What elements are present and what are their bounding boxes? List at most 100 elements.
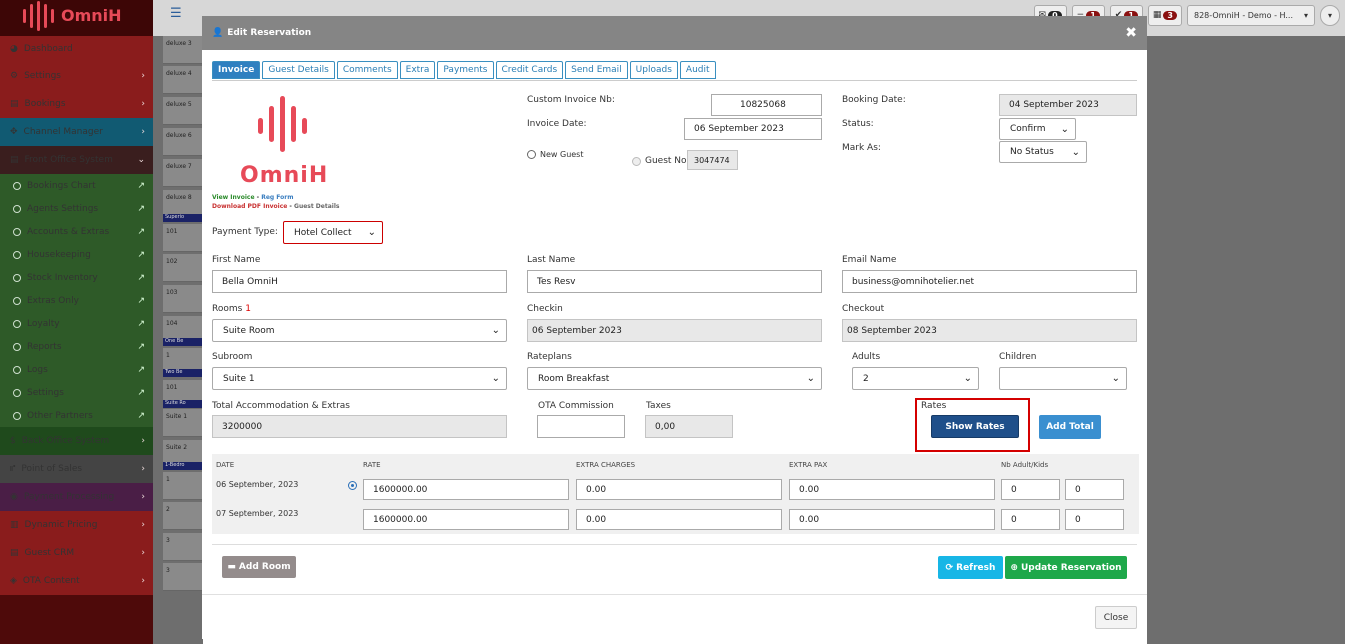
tab-credit-cards[interactable]: Credit Cards bbox=[495, 61, 564, 79]
payment-type-select[interactable]: Hotel Collect ⌄ bbox=[283, 221, 383, 244]
taxes-label: Taxes bbox=[646, 401, 671, 411]
logo-mark bbox=[44, 4, 47, 28]
sidebar-item-point-of-sales[interactable]: ⑈ Point of Sales › bbox=[0, 455, 153, 483]
tab-comments[interactable]: Comments bbox=[336, 61, 398, 79]
sidebar-item-housekeeping[interactable]: Housekeeping ↗ bbox=[0, 243, 153, 266]
mark-as-select[interactable]: No Status ⌄ bbox=[999, 141, 1087, 163]
view-invoice-link[interactable]: View Invoice bbox=[212, 194, 255, 201]
sidebar-item-accounts-extras[interactable]: Accounts & Extras ↗ bbox=[0, 220, 153, 243]
extra-pax-input[interactable]: 0.00 bbox=[789, 509, 995, 530]
user-menu-button[interactable]: ▾ bbox=[1320, 4, 1340, 26]
tab-uploads[interactable]: Uploads bbox=[629, 61, 678, 79]
adults-input[interactable]: 0 bbox=[1001, 479, 1060, 500]
extra-charges-input[interactable]: 0.00 bbox=[576, 509, 782, 530]
sidebar-item-stock-inventory[interactable]: Stock Inventory ↗ bbox=[0, 266, 153, 289]
sidebar-item-bookings-chart[interactable]: Bookings Chart ↗ bbox=[0, 174, 153, 197]
rooms-select[interactable]: Suite Room ⌄ bbox=[212, 319, 507, 342]
children-select[interactable]: ⌄ bbox=[999, 367, 1127, 390]
sidebar-item-label: Bookings bbox=[24, 99, 66, 109]
external-link-icon: ↗ bbox=[137, 387, 145, 398]
sidebar-item-extras-only[interactable]: Extras Only ↗ bbox=[0, 289, 153, 312]
sidebar-item-label: Settings bbox=[24, 71, 61, 81]
external-link-icon: ↗ bbox=[137, 364, 145, 375]
sidebar-item-loyalty[interactable]: Loyalty ↗ bbox=[0, 312, 153, 335]
sidebar-item-logs[interactable]: Logs ↗ bbox=[0, 358, 153, 381]
tab-payments[interactable]: Payments bbox=[437, 61, 494, 79]
first-name-label: First Name bbox=[212, 255, 261, 265]
user-icon: 👤 bbox=[212, 28, 224, 38]
sidebar-item-dashboard[interactable]: ◕ Dashboard bbox=[0, 36, 153, 62]
col-header-adult-kids: Nb Adult/Kids bbox=[1001, 461, 1049, 469]
status-select[interactable]: Confirm ⌄ bbox=[999, 118, 1076, 140]
custom-invoice-input[interactable]: 10825068 bbox=[711, 94, 822, 116]
sidebar-item-payment-processing[interactable]: ◉ Payment Processing › bbox=[0, 483, 153, 511]
ota-commission-input[interactable] bbox=[537, 415, 625, 438]
kids-input[interactable]: 0 bbox=[1065, 479, 1124, 500]
row-select-radio[interactable] bbox=[348, 481, 357, 490]
ota-icon: ◈ bbox=[10, 576, 17, 586]
sidebar-item-settings[interactable]: Settings ↗ bbox=[0, 381, 153, 404]
sidebar-item-channel-manager[interactable]: ✥ Channel Manager › bbox=[0, 118, 153, 146]
dashboard-icon: ◕ bbox=[10, 44, 18, 54]
kids-input[interactable]: 0 bbox=[1065, 509, 1124, 530]
payment-icon: ◉ bbox=[10, 492, 18, 502]
invoice-date-input[interactable]: 06 September 2023 bbox=[684, 118, 822, 140]
sidebar-logo-text: OmniH bbox=[61, 6, 122, 25]
show-rates-button[interactable]: Show Rates bbox=[931, 415, 1019, 438]
chart-room-row: deluxe 4 bbox=[163, 66, 203, 94]
add-room-button[interactable]: ▬ Add Room bbox=[222, 556, 296, 578]
mark-as-select-value: No Status bbox=[1010, 147, 1054, 157]
sidebar-item-dynamic-pricing[interactable]: ▥ Dynamic Pricing › bbox=[0, 511, 153, 539]
calendar-icon: ▦ bbox=[1152, 10, 1162, 20]
close-icon[interactable]: ✖ bbox=[1125, 25, 1137, 41]
tab-invoice[interactable]: Invoice bbox=[212, 61, 261, 79]
extra-charges-input[interactable]: 0.00 bbox=[576, 479, 782, 500]
adults-input[interactable]: 0 bbox=[1001, 509, 1060, 530]
last-name-input[interactable]: Tes Resv bbox=[527, 270, 822, 293]
tab-guest-details[interactable]: Guest Details bbox=[262, 61, 335, 79]
guest-details-link[interactable]: Guest Details bbox=[294, 203, 339, 210]
sidebar-item-ota-content[interactable]: ◈ OTA Content › bbox=[0, 567, 153, 595]
sidebar-item-front-office-system[interactable]: ▤ Front Office System ⌄ bbox=[0, 146, 153, 174]
sidebar-item-wrap: Settings bbox=[13, 388, 64, 398]
tab-extra[interactable]: Extra bbox=[399, 61, 436, 79]
sidebar-item-agents-settings[interactable]: Agents Settings ↗ bbox=[0, 197, 153, 220]
sidebar-item-bookings[interactable]: ▤ Bookings › bbox=[0, 90, 153, 118]
rateplans-select[interactable]: Room Breakfast ⌄ bbox=[527, 367, 822, 390]
email-label: Email Name bbox=[842, 255, 897, 265]
sidebar-item-settings[interactable]: ⚙ Settings › bbox=[0, 62, 153, 90]
download-pdf-link[interactable]: Download PDF Invoice bbox=[212, 203, 287, 210]
new-guest-radio[interactable]: New Guest bbox=[527, 150, 584, 159]
rate-input[interactable]: 1600000.00 bbox=[363, 479, 569, 500]
calendar-button[interactable]: ▦ 3 bbox=[1147, 4, 1182, 26]
tab-audit[interactable]: Audit bbox=[679, 61, 716, 79]
reg-form-link[interactable]: Reg Form bbox=[261, 194, 293, 201]
rooms-label-text: Rooms bbox=[212, 304, 243, 314]
sidebar-item-back-office-system[interactable]: $ Back Office System › bbox=[0, 427, 153, 455]
rooms-label: Rooms 1 bbox=[212, 304, 251, 314]
tab-send-email[interactable]: Send Email bbox=[565, 61, 628, 79]
chevron-down-icon: ⌄ bbox=[137, 155, 145, 165]
property-select[interactable]: 828-OmniH - Demo - H... ▾ bbox=[1187, 4, 1315, 26]
subroom-select[interactable]: Suite 1 ⌄ bbox=[212, 367, 507, 390]
email-input[interactable]: business@omnihotelier.net bbox=[842, 270, 1137, 293]
update-reservation-button[interactable]: ⊕ Update Reservation bbox=[1005, 556, 1127, 579]
sidebar-item-guest-crm[interactable]: ▤ Guest CRM › bbox=[0, 539, 153, 567]
sidebar-item-other-partners[interactable]: Other Partners ↗ bbox=[0, 404, 153, 427]
booking-date-label: Booking Date: bbox=[842, 95, 906, 105]
add-total-button[interactable]: Add Total bbox=[1039, 415, 1101, 439]
divider bbox=[212, 544, 1137, 545]
circle-icon bbox=[13, 250, 21, 259]
refresh-button[interactable]: ⟳ Refresh bbox=[938, 556, 1003, 579]
sidebar-logo[interactable]: OmniH bbox=[0, 0, 153, 36]
hamburger-icon[interactable]: ☰ bbox=[170, 6, 182, 21]
first-name-input[interactable]: Bella OmniH bbox=[212, 270, 507, 293]
guest-no-radio[interactable]: Guest No bbox=[632, 156, 687, 166]
close-button[interactable]: Close bbox=[1095, 606, 1137, 629]
sidebar-item-reports[interactable]: Reports ↗ bbox=[0, 335, 153, 358]
sidebar: ◕ Dashboard ⚙ Settings › ▤ Bookings › ✥ Channel M… bbox=[0, 36, 153, 644]
extra-pax-input[interactable]: 0.00 bbox=[789, 479, 995, 500]
adults-select[interactable]: 2 ⌄ bbox=[852, 367, 979, 390]
rate-input[interactable]: 1600000.00 bbox=[363, 509, 569, 530]
checkout-label: Checkout bbox=[842, 304, 885, 314]
